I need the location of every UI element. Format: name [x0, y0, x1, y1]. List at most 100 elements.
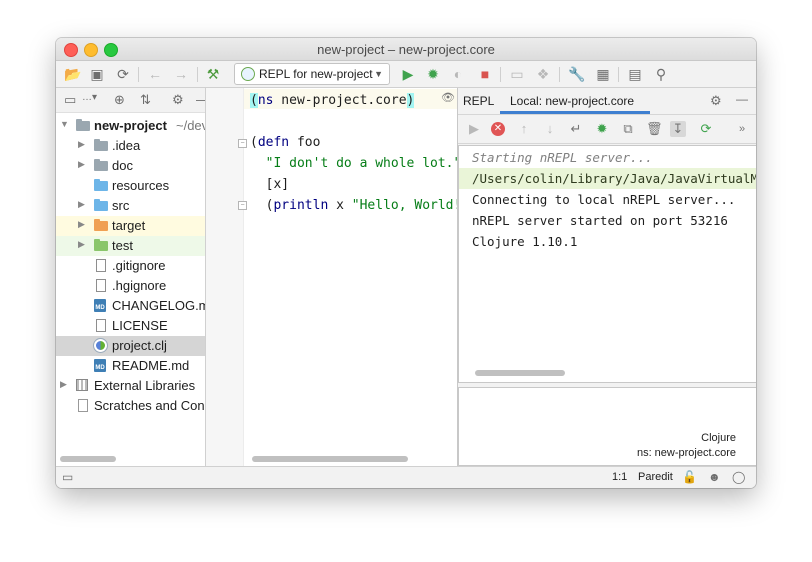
chevron-right-icon[interactable]: ▶	[78, 219, 85, 230]
repl-tool-window: REPL Local: new-project.core ⚙ — ▶ ✕ ↑ ↓…	[457, 88, 756, 466]
run-icon[interactable]: ▶	[399, 65, 417, 83]
code-content: (ns new-project.core) (defn foo "I don't…	[250, 90, 457, 216]
debug-icon[interactable]: ✹	[594, 121, 610, 137]
main-toolbar: 📂 ▣ ⟳ ← → ⚒ REPL for new-project ▼ ▶ ✹ ◐…	[56, 61, 756, 88]
project-horizontal-scrollbar[interactable]	[60, 456, 116, 462]
collapse-all-icon[interactable]: ⇅	[140, 92, 151, 108]
stop-icon[interactable]: ■	[476, 65, 494, 83]
project-view-icon[interactable]: ▭	[64, 92, 76, 108]
copy-icon[interactable]: ⧉	[620, 121, 636, 137]
reload-icon[interactable]: ⟳	[698, 121, 714, 137]
code-line: (defn foo	[250, 135, 321, 150]
repl-namespace: ns: new-project.core	[636, 447, 736, 459]
minimize-panel-icon[interactable]: —	[196, 92, 205, 107]
root-project-name: new-project	[94, 118, 167, 133]
code-line: (println x "Hello, World!"))	[250, 198, 457, 213]
open-folder-icon[interactable]: 📂	[64, 65, 82, 83]
test-folder-icon	[94, 239, 108, 252]
arrow-up-icon[interactable]: ↑	[516, 121, 532, 137]
inspector-icon[interactable]: ☻	[708, 470, 721, 484]
coverage-icon[interactable]: ◐	[449, 65, 467, 83]
chevron-right-icon[interactable]: ▶	[78, 139, 85, 150]
tree-item-hgignore[interactable]: .hgignore	[56, 276, 205, 296]
repl-input[interactable]: Clojure ns: new-project.core	[458, 387, 756, 466]
fold-marker-icon[interactable]: −	[238, 201, 247, 210]
repl-output[interactable]: Starting nREPL server... /Users/colin/Li…	[458, 145, 756, 383]
caret-position[interactable]: 1:1	[612, 471, 627, 483]
status-bar: ▭ 1:1 Paredit 🔓 ☻ ◯	[56, 466, 756, 488]
chevron-right-icon[interactable]: ▶	[78, 239, 85, 250]
debug-icon[interactable]: ✹	[424, 65, 442, 83]
tree-item-project-clj[interactable]: project.clj	[56, 336, 205, 356]
repl-toolbar: ▶ ✕ ↑ ↓ ↵ ✹ ⧉ 🗑 ↧ ⟳ »	[458, 115, 756, 144]
markdown-file-icon: MD	[94, 359, 108, 372]
project-structure-icon[interactable]: ▦	[594, 65, 612, 83]
scroll-to-end-icon[interactable]: ↧	[670, 121, 686, 137]
tool-windows-icon[interactable]: ▭	[62, 470, 73, 484]
locate-icon[interactable]: ⊕	[114, 92, 125, 108]
tree-item-doc[interactable]: ▶ doc	[56, 156, 205, 176]
search-icon[interactable]: ⚲	[652, 65, 670, 83]
tree-item-scratches[interactable]: Scratches and Consoles	[56, 396, 205, 416]
run-icon[interactable]: ▶	[466, 121, 482, 137]
close-icon[interactable]: ✕	[491, 122, 505, 136]
output-line: Clojure 1.10.1	[472, 234, 578, 249]
text-file-icon	[94, 319, 108, 332]
output-line: Starting nREPL server...	[472, 150, 653, 165]
tree-item-label: LICENSE	[112, 318, 168, 333]
tree-item-label: .idea	[112, 138, 141, 153]
tree-item-readme[interactable]: MD README.md	[56, 356, 205, 376]
notifications-icon[interactable]: ◯	[732, 470, 745, 484]
tree-root[interactable]: ▼ new-project ~/dev	[56, 116, 205, 136]
tree-item-external-libraries[interactable]: ▶ External Libraries	[56, 376, 205, 396]
ide-window: new-project – new-project.core 📂 ▣ ⟳ ← →…	[56, 38, 756, 488]
project-panel-header: ▭ …▾ ⊕ ⇅ ⚙ —	[56, 88, 205, 113]
save-icon[interactable]: ▣	[88, 65, 106, 83]
chevron-right-icon[interactable]: ▶	[78, 159, 85, 170]
minimize-panel-icon[interactable]: —	[736, 92, 748, 106]
repl-config-icon	[241, 67, 255, 81]
tree-item-src[interactable]: ▶ src	[56, 196, 205, 216]
wrench-icon[interactable]: 🔧	[568, 65, 586, 83]
tree-item-idea[interactable]: ▶ .idea	[56, 136, 205, 156]
sync-icon[interactable]: ⟳	[114, 65, 132, 83]
code-editor[interactable]: − − 👁 (ns new-project.core) (defn foo "I…	[206, 88, 457, 466]
tree-item-target[interactable]: ▶ target	[56, 216, 205, 236]
lock-icon[interactable]: 🔓	[682, 470, 697, 484]
tree-item-label: src	[112, 198, 130, 213]
gear-icon[interactable]: ⚙	[172, 92, 184, 108]
run-configuration-label: REPL for new-project	[259, 67, 373, 81]
chevron-right-icon[interactable]: ▶	[60, 379, 67, 390]
tab-local-repl[interactable]: Local: new-project.core	[510, 94, 634, 108]
chevron-down-icon[interactable]: ▼	[60, 119, 69, 129]
chevron-right-icon[interactable]: ▶	[78, 199, 85, 210]
more-actions-icon[interactable]: »	[734, 121, 750, 137]
tree-item-test[interactable]: ▶ test	[56, 236, 205, 256]
device-icon[interactable]: ▭	[508, 65, 526, 83]
arrow-down-icon[interactable]: ↓	[542, 121, 558, 137]
back-arrow-icon[interactable]: ←	[146, 65, 164, 83]
gear-icon[interactable]: ⚙	[710, 93, 722, 109]
code-line: "I don't do a whole lot."	[265, 156, 457, 171]
fold-marker-icon[interactable]: −	[238, 139, 247, 148]
tree-item-label: doc	[112, 158, 133, 173]
tree-item-resources[interactable]: resources	[56, 176, 205, 196]
excluded-folder-icon	[94, 219, 108, 232]
inspect-icon[interactable]: ❖	[534, 65, 552, 83]
tree-item-gitignore[interactable]: .gitignore	[56, 256, 205, 276]
repl-tool-label: REPL	[463, 94, 495, 108]
repl-horizontal-scrollbar[interactable]	[475, 370, 565, 376]
paredit-mode[interactable]: Paredit	[638, 471, 673, 483]
module-folder-icon	[76, 119, 90, 132]
terminal-icon[interactable]: ▤	[626, 65, 644, 83]
tree-item-changelog[interactable]: MD CHANGELOG.md	[56, 296, 205, 316]
run-configuration-select[interactable]: REPL for new-project ▼	[234, 63, 390, 85]
build-hammer-icon[interactable]: ⚒	[204, 65, 222, 83]
view-options-icon[interactable]: …▾	[82, 92, 97, 103]
trash-icon[interactable]: 🗑	[646, 121, 663, 137]
soft-wrap-icon[interactable]: ↵	[568, 121, 584, 137]
editor-horizontal-scrollbar[interactable]	[252, 456, 408, 462]
forward-arrow-icon[interactable]: →	[172, 65, 190, 83]
tree-item-license[interactable]: LICENSE	[56, 316, 205, 336]
